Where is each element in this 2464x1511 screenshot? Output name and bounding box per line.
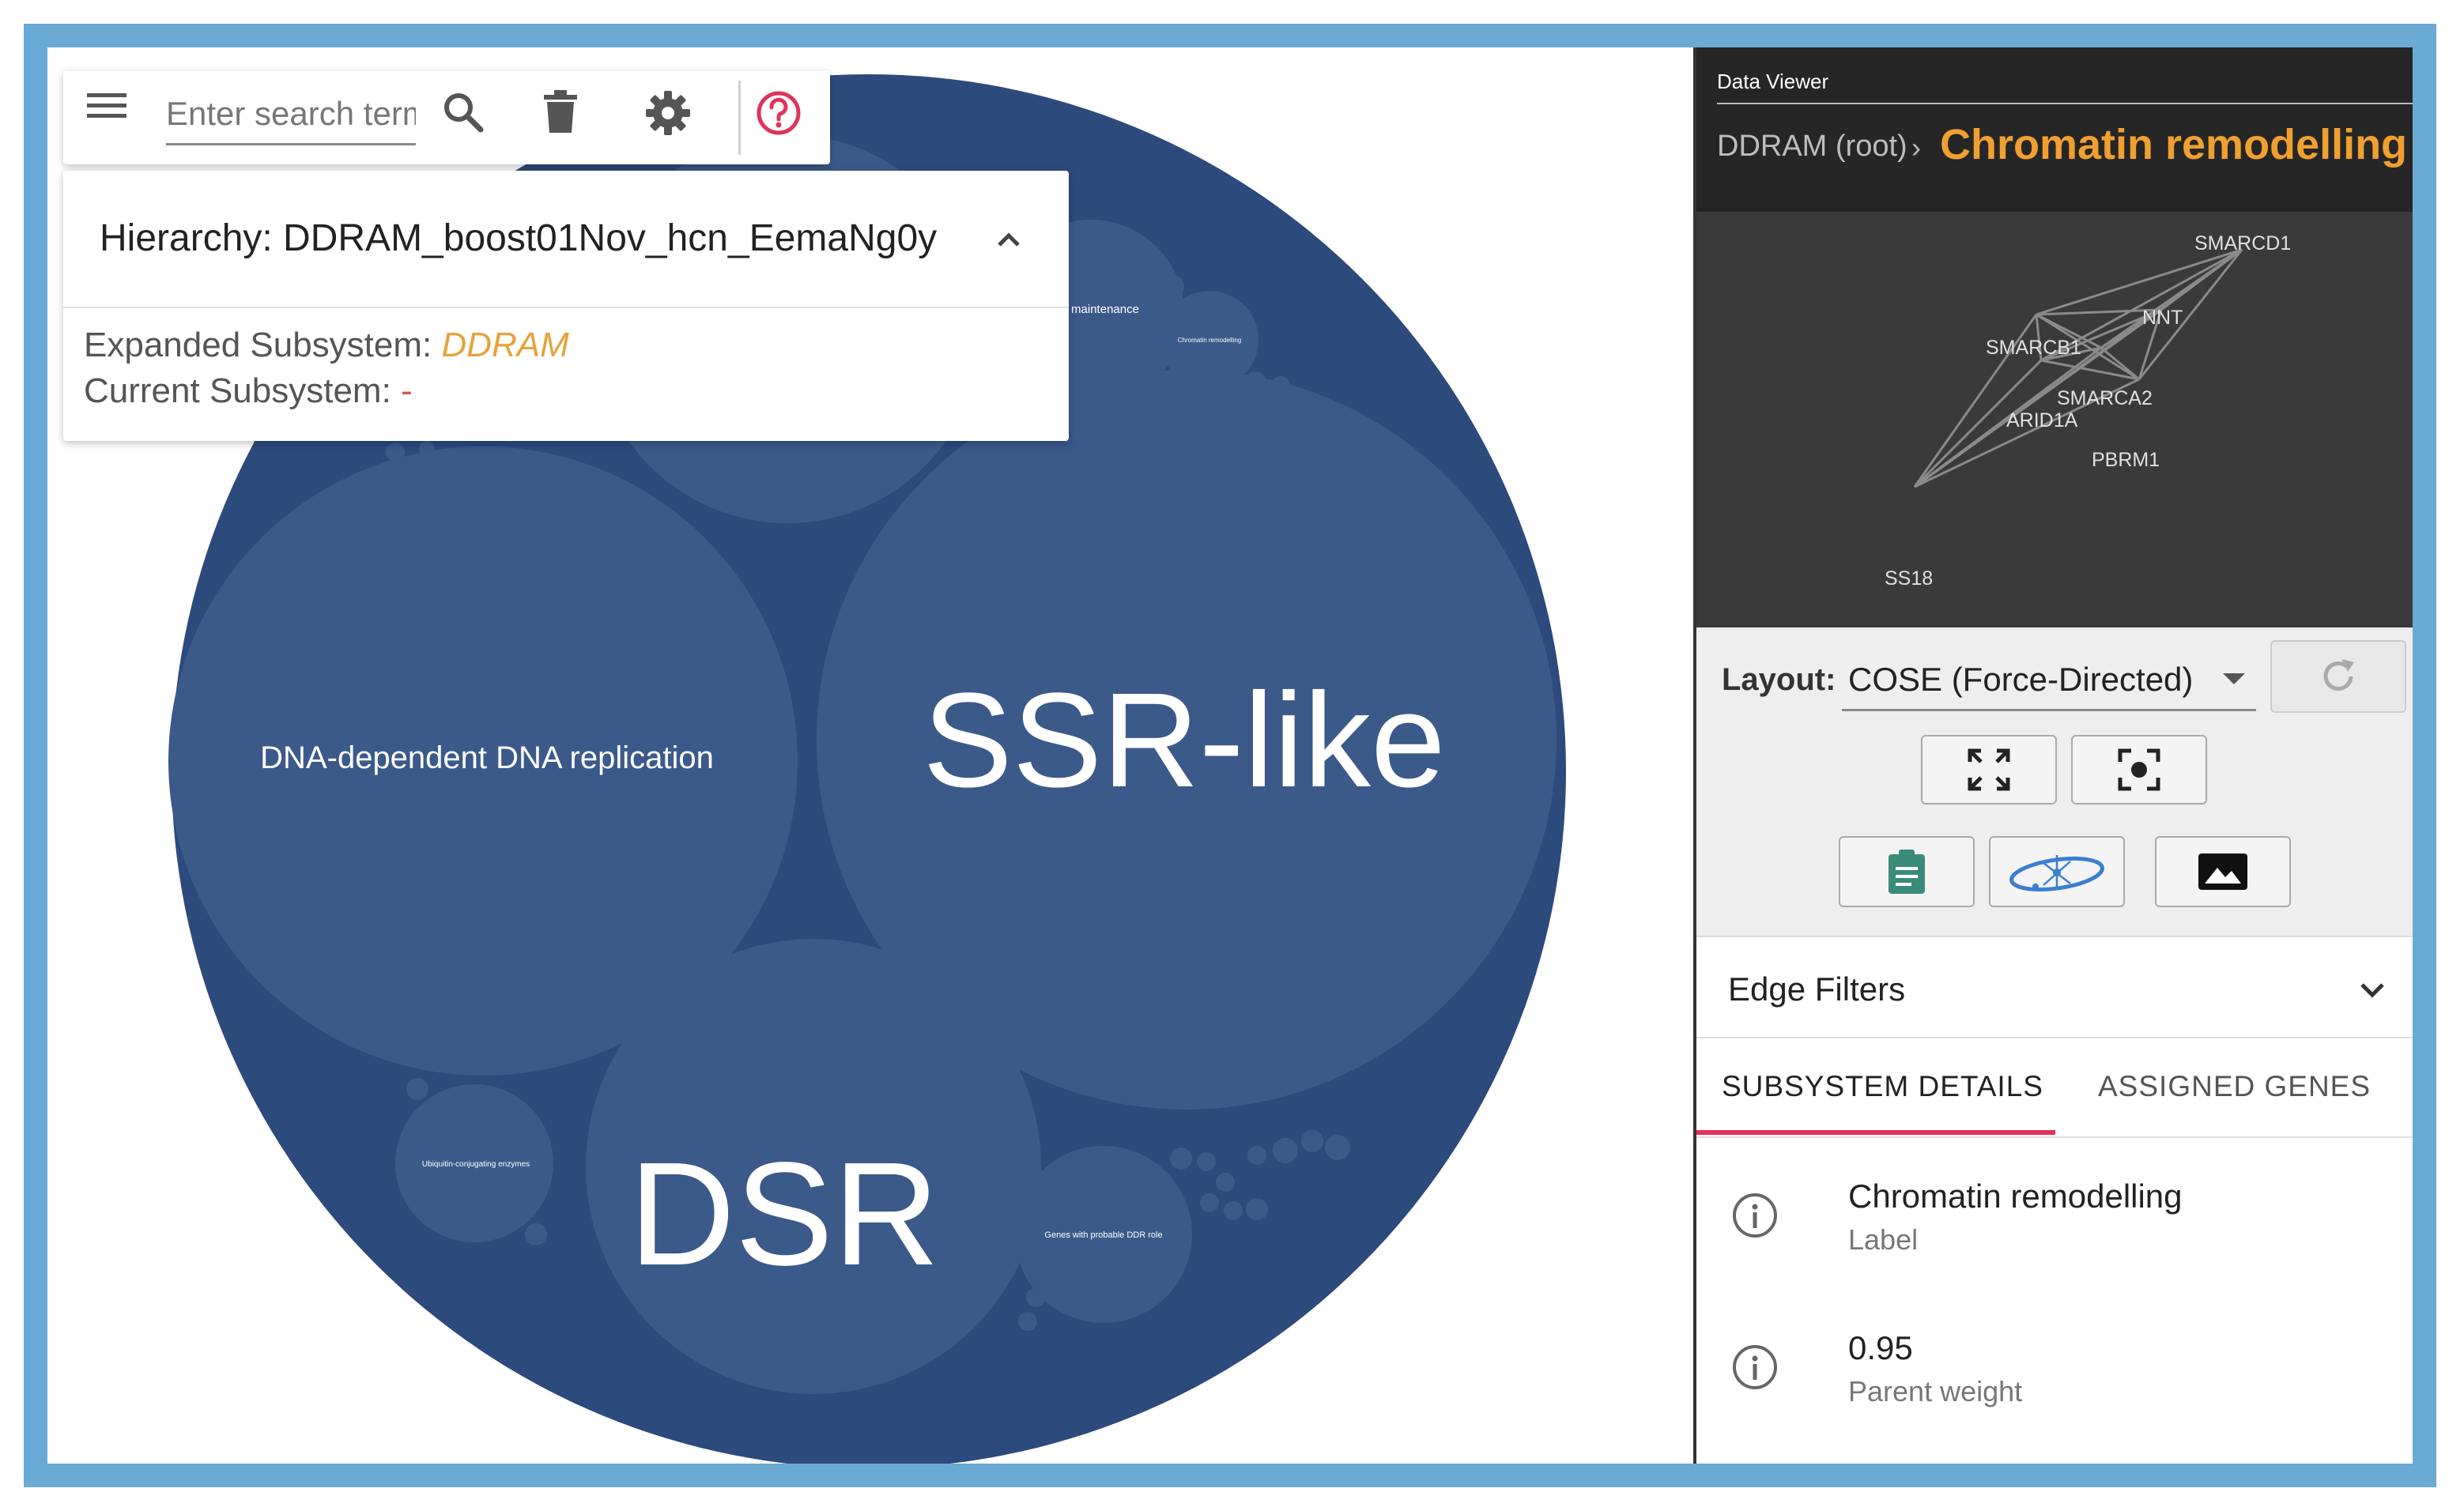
image-icon [2198,853,2247,890]
bubble-tiny-10[interactable] [1216,1173,1235,1192]
bubble-tiny-19[interactable] [1018,1312,1037,1331]
network-edges [1913,248,2243,488]
bubble-label-dsr: DSR [629,1132,940,1296]
bubble-tiny-15[interactable] [1301,1130,1323,1152]
bubble-label-chromatin-small: Chromatin remodelling [1178,337,1241,344]
info-icon[interactable] [1730,1342,1780,1392]
bubble-tiny-8[interactable] [1170,1147,1192,1170]
network-node-arid1a[interactable]: ARID1A [2006,409,2078,431]
caret-down-icon [2223,673,2245,684]
toolbar-divider [738,81,741,155]
orbit-network-button[interactable] [1989,836,2125,907]
data-viewer-rule [1717,103,2413,104]
network-node-smarca2[interactable]: SMARCA2 [2057,387,2153,409]
bubble-tiny-16[interactable] [1325,1135,1350,1160]
network-node-nnt[interactable]: NNT [2142,307,2183,329]
detail-parent-weight-caption: Parent weight [1848,1375,2023,1407]
fit-screen-icon [1968,748,2010,791]
bubble-label-dna-replication: DNA-dependent DNA replication [260,740,714,775]
chevron-down-icon[interactable] [2353,970,2392,1010]
detail-label-value: Chromatin remodelling [1848,1178,2183,1215]
center-focus-icon [2118,748,2160,791]
breadcrumb-current: Chromatin remodelling [1940,121,2408,168]
active-tab-indicator [1696,1130,2055,1135]
edge-filters-label: Edge Filters [1728,970,1906,1008]
bubble-label-ubiquitin: Ubiquitin-conjugating enzymes [422,1160,530,1169]
layout-select-value: COSE (Force-Directed) [1848,661,2194,698]
bubble-tiny-12[interactable] [1224,1201,1243,1220]
breadcrumb-root[interactable]: DDRAM (root) [1717,130,1907,164]
app-window: SSR-like DSR DNA-dependent DNA replicati… [47,47,2413,1464]
detail-parent-weight-value: 0.95 [1848,1329,1913,1366]
bubble-tiny-11[interactable] [1200,1193,1219,1212]
export-image-button[interactable] [2155,836,2291,907]
expanded-subsystem-line: Expanded Subsystem: DDRAM [84,326,569,365]
details-tabs: SUBSYSTEM DETAILS ASSIGNED GENES [1696,1038,2413,1138]
network-node-smarcb1[interactable]: SMARCB1 [1986,337,2081,359]
bubble-tiny-7[interactable] [525,1223,547,1245]
network-node-ss18[interactable]: SS18 [1885,567,1933,590]
network-view[interactable]: SMARCD1 NNT SMARCB1 SMARCA2 ARID1A PBRM1… [1696,212,2413,627]
hierarchy-panel: Hierarchy: DDRAM_boost01Nov_hcn_EemaNg0y… [63,171,1069,441]
tab-assigned-genes[interactable]: ASSIGNED GENES [2098,1070,2371,1103]
edge-filters-accordion[interactable]: Edge Filters [1696,936,2413,1038]
bubble-label-probable-ddr: Genes with probable DDR role [1044,1230,1162,1240]
help-circle-icon[interactable] [756,90,811,145]
data-viewer-header: Data Viewer DDRAM (root) › Chromatin rem… [1696,47,2413,212]
current-subsystem-label: Current Subsystem: [84,371,402,410]
chevron-up-icon[interactable] [985,215,1032,262]
trash-icon[interactable] [542,90,598,145]
bubble-tiny-1[interactable] [1162,275,1184,297]
layout-select[interactable]: COSE (Force-Directed) [1842,648,2256,711]
orbit-network-icon [2009,855,2104,892]
breadcrumb-separator: › [1911,131,1921,164]
circle-packing-canvas[interactable]: SSR-like DSR DNA-dependent DNA replicati… [47,47,1692,1464]
info-icon[interactable] [1730,1190,1780,1241]
subsystem-details: Chromatin remodelling Label 0.95 Parent … [1696,1138,2413,1464]
search-input[interactable]: Enter search terms [166,89,416,145]
network-controls: Layout: COSE (Force-Directed) [1696,627,2413,936]
bubble-tiny-13[interactable] [1247,1146,1266,1165]
data-viewer-panel: Data Viewer DDRAM (root) › Chromatin rem… [1693,47,2413,1464]
clipboard-button[interactable] [1839,836,1975,907]
expanded-subsystem-label: Expanded Subsystem: [84,326,442,364]
top-toolbar: Enter search terms [63,71,830,164]
fit-view-button[interactable] [1921,735,2057,804]
detail-row-parent-weight: 0.95 Parent weight [1696,1318,2413,1445]
center-focus-button[interactable] [2071,735,2207,804]
bubble-tiny-18[interactable] [1026,1288,1045,1307]
bubble-tiny-6[interactable] [406,1078,428,1100]
data-viewer-title: Data Viewer [1717,70,1829,93]
detail-row-label: Chromatin remodelling Label [1696,1166,2413,1293]
layout-label: Layout: [1722,662,1836,697]
hierarchy-divider [63,307,1069,308]
network-node-pbrm1[interactable]: PBRM1 [2092,449,2160,471]
search-icon[interactable] [441,90,496,145]
bubble-label-ssr-like: SSR-like [923,665,1445,816]
current-subsystem-line: Current Subsystem: - [84,371,413,411]
clipboard-icon [1889,850,1925,894]
tab-subsystem-details[interactable]: SUBSYSTEM DETAILS [1722,1070,2043,1103]
gear-icon[interactable] [645,90,700,145]
network-node-smarcd1[interactable]: SMARCD1 [2194,232,2291,254]
bubble-tiny-17[interactable] [1246,1198,1268,1220]
bubble-label-maintenance: maintenance [1071,303,1139,316]
current-subsystem-value: - [401,371,413,410]
detail-label-caption: Label [1848,1223,1919,1256]
refresh-icon [2323,659,2354,691]
hierarchy-title: Hierarchy: DDRAM_boost01Nov_hcn_EemaNg0y [100,217,938,259]
bubble-tiny-9[interactable] [1197,1152,1216,1171]
refresh-layout-button[interactable] [2270,640,2406,713]
hamburger-menu-icon[interactable] [85,90,141,145]
expanded-subsystem-value[interactable]: DDRAM [441,326,568,364]
network-svg[interactable]: SMARCD1 NNT SMARCB1 SMARCA2 ARID1A PBRM1… [1696,212,2413,627]
bubble-tiny-14[interactable] [1273,1138,1298,1163]
